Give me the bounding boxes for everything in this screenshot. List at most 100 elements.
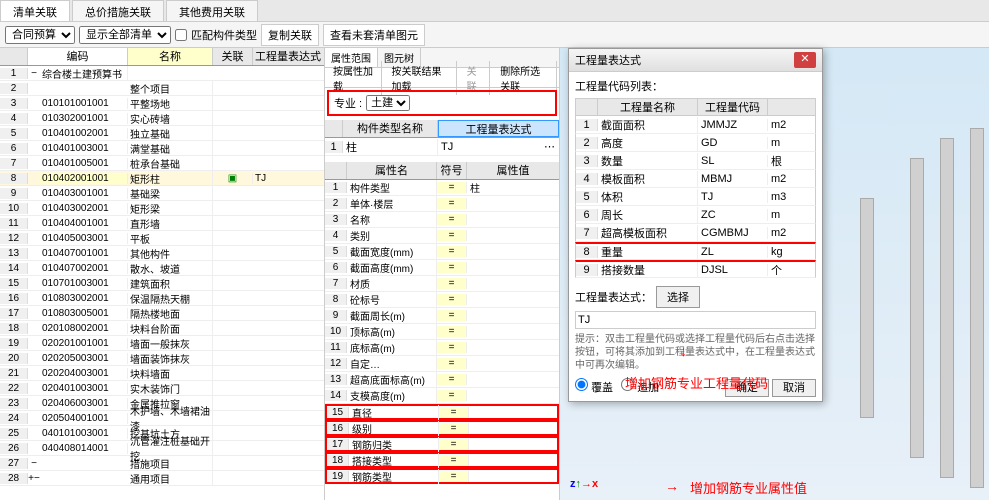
list-row[interactable]: 15010701003001建筑面积 xyxy=(0,276,324,291)
property-row[interactable]: 3名称= xyxy=(325,212,559,228)
list-row[interactable]: 18020108002001块料台阶面 xyxy=(0,321,324,336)
expr-label: 工程量表达式： xyxy=(575,289,652,305)
tab-other-fee[interactable]: 其他费用关联 xyxy=(166,0,258,21)
cover-radio[interactable]: 覆盖 xyxy=(575,378,613,395)
list-row[interactable]: 19020201001001墙面一般抹灰 xyxy=(0,336,324,351)
qty-row[interactable]: 9搭接数量DJSL个 xyxy=(575,260,816,278)
dialog-titlebar: 工程量表达式 ✕ xyxy=(569,49,822,72)
axis-indicator: z↑→x xyxy=(570,478,598,490)
match-label: 匹配构件类型 xyxy=(191,27,257,43)
qty-row[interactable]: 2高度GDm xyxy=(575,134,816,152)
viewport-3d[interactable]: z↑→x 工程量表达式 ✕ 工程量代码列表： 工程量名称 工程量代码 1截面面积… xyxy=(560,48,989,500)
list-row[interactable]: 22020401003001实木装饰门 xyxy=(0,381,324,396)
property-row[interactable]: 7材质= xyxy=(325,276,559,292)
qty-row[interactable]: 3数量SL根 xyxy=(575,152,816,170)
discipline-label: 专业 : xyxy=(334,95,362,111)
list-row[interactable]: 5010401002001独立基础 xyxy=(0,126,324,141)
match-checkbox[interactable] xyxy=(175,29,187,41)
budget-select[interactable]: 合同预算 xyxy=(5,26,75,44)
qty-row[interactable]: 7超高模板面积CGMBMJm2 xyxy=(575,224,816,242)
copy-button[interactable]: 复制关联 xyxy=(261,24,319,46)
item-list-panel: 编码 名称 关联 工程量表达式 1−综合楼土建预算书2整个项目301010100… xyxy=(0,48,325,500)
property-rows[interactable]: 1构件类型=柱2单体·楼层=3名称=4类别=5截面宽度(mm)=6截面高度(mm… xyxy=(325,180,559,500)
list-row[interactable]: 28+−通用项目 xyxy=(0,471,324,486)
select-button[interactable]: 选择 xyxy=(656,286,700,308)
property-row[interactable]: 17钢筋归类= xyxy=(325,436,559,452)
list-row[interactable]: 9010403001001基础梁 xyxy=(0,186,324,201)
qty-row[interactable]: 5体积TJm3 xyxy=(575,188,816,206)
property-row[interactable]: 1构件类型=柱 xyxy=(325,180,559,196)
property-row[interactable]: 12自定…= xyxy=(325,356,559,372)
qty-row[interactable]: 8重量ZLkg xyxy=(575,242,816,260)
col-qty-code: 工程量代码 xyxy=(698,99,768,115)
property-row[interactable]: 15直径= xyxy=(325,404,559,420)
list-row[interactable]: 13010407001001其他构件 xyxy=(0,246,324,261)
property-row[interactable]: 19钢筋类型= xyxy=(325,468,559,484)
property-row[interactable]: 11底标高(m)= xyxy=(325,340,559,356)
list-row[interactable]: 20020205003001墙面装饰抹灰 xyxy=(0,351,324,366)
comp-row-num: 1 xyxy=(325,141,343,153)
expr-input[interactable] xyxy=(575,311,816,329)
list-row[interactable]: 6010401003001满堂基础 xyxy=(0,141,324,156)
view-button[interactable]: 查看未套清单图元 xyxy=(323,24,425,46)
list-row[interactable]: 10010403002001矩形梁 xyxy=(0,201,324,216)
property-row[interactable]: 8砼标号= xyxy=(325,292,559,308)
qty-row[interactable]: 6周长ZCm xyxy=(575,206,816,224)
list-row[interactable]: 11010404001001直形墙 xyxy=(0,216,324,231)
property-row[interactable]: 14支模高度(m)= xyxy=(325,388,559,404)
col-prop-sym: 符号 xyxy=(437,162,467,179)
mid-tabs-2: 按属性加载 按关联结果加载 关联 删除所选关联 xyxy=(325,68,559,88)
col-expr[interactable]: 工程量表达式 xyxy=(253,48,323,65)
col-name[interactable]: 名称 xyxy=(128,48,213,65)
property-row[interactable]: 10顶标高(m)= xyxy=(325,324,559,340)
main-tabs: 清单关联 总价措施关联 其他费用关联 xyxy=(0,0,989,22)
qty-row[interactable]: 4模板面积MBMJm2 xyxy=(575,170,816,188)
list-row[interactable]: 7010401005001桩承台基础 xyxy=(0,156,324,171)
annotation-1: 增加钢筋专业工程量代码 xyxy=(625,373,768,392)
arrow-icon: → xyxy=(665,478,679,494)
list-row[interactable]: 1−综合楼土建预算书 xyxy=(0,66,324,81)
col-prop-val: 属性值 xyxy=(467,162,559,179)
list-row[interactable]: 21020204003001块料墙面 xyxy=(0,366,324,381)
property-row[interactable]: 6截面高度(mm)= xyxy=(325,260,559,276)
col-comp-expr: 工程量表达式 xyxy=(438,120,559,137)
list-row[interactable]: 26040408014001沉管灌注桩基础开挖 xyxy=(0,441,324,456)
more-icon[interactable]: ⋯ xyxy=(544,140,559,153)
toolbar: 合同预算 显示全部清单 匹配构件类型 复制关联 查看未套清单图元 xyxy=(0,22,989,48)
property-row[interactable]: 5截面宽度(mm)= xyxy=(325,244,559,260)
col-code[interactable]: 编码 xyxy=(28,48,128,65)
qty-row[interactable]: 1截面面积JMMJZm2 xyxy=(575,116,816,134)
list-row[interactable]: 8010402001001矩形柱▣TJ xyxy=(0,171,324,186)
property-row[interactable]: 9截面周长(m)= xyxy=(325,308,559,324)
list-row[interactable]: 4010302001001实心砖墙 xyxy=(0,111,324,126)
discipline-select[interactable]: 土建 xyxy=(366,95,410,111)
property-row[interactable]: 18搭接类型= xyxy=(325,452,559,468)
discipline-row: 专业 : 土建 xyxy=(327,90,557,116)
list-row[interactable]: 2整个项目 xyxy=(0,81,324,96)
list-row[interactable]: 24020504001001木护墙、木墙裙油漆 xyxy=(0,411,324,426)
list-row[interactable]: 17010803005001隔热楼地面 xyxy=(0,306,324,321)
show-select[interactable]: 显示全部清单 xyxy=(79,26,171,44)
qty-rows[interactable]: 1截面面积JMMJZm22高度GDm3数量SL根4模板面积MBMJm25体积TJ… xyxy=(575,116,816,278)
property-row[interactable]: 4类别= xyxy=(325,228,559,244)
tab-list-relation[interactable]: 清单关联 xyxy=(0,0,70,21)
hint-text: 提示：双击工程量代码或选择工程量代码后右点击选择按钮，可将其添加到工程量表达式中… xyxy=(575,333,816,372)
tab-total-price[interactable]: 总价措施关联 xyxy=(72,0,164,21)
property-row[interactable]: 2单体·楼层= xyxy=(325,196,559,212)
list-row[interactable]: 16010803002001保温隔热天棚 xyxy=(0,291,324,306)
list-row[interactable]: 14010407002001散水、坡道 xyxy=(0,261,324,276)
annotation-2: 增加钢筋专业属性值 xyxy=(690,478,807,497)
qty-list-label: 工程量代码列表： xyxy=(575,78,816,94)
list-row[interactable]: 27−措施项目 xyxy=(0,456,324,471)
cancel-button[interactable]: 取消 xyxy=(772,379,816,397)
component-row[interactable]: 1 柱 TJ ⋯ xyxy=(325,138,559,156)
qty-expr-dialog: 工程量表达式 ✕ 工程量代码列表： 工程量名称 工程量代码 1截面面积JMMJZ… xyxy=(568,48,823,402)
item-list-rows[interactable]: 1−综合楼土建预算书2整个项目3010101001001平整场地40103020… xyxy=(0,66,324,496)
col-relation[interactable]: 关联 xyxy=(213,48,253,65)
property-row[interactable]: 13超高底面标高(m)= xyxy=(325,372,559,388)
col-qty-name: 工程量名称 xyxy=(598,99,698,115)
property-row[interactable]: 16级别= xyxy=(325,420,559,436)
close-icon[interactable]: ✕ xyxy=(794,52,816,68)
list-row[interactable]: 12010405003001平板 xyxy=(0,231,324,246)
list-row[interactable]: 3010101001001平整场地 xyxy=(0,96,324,111)
